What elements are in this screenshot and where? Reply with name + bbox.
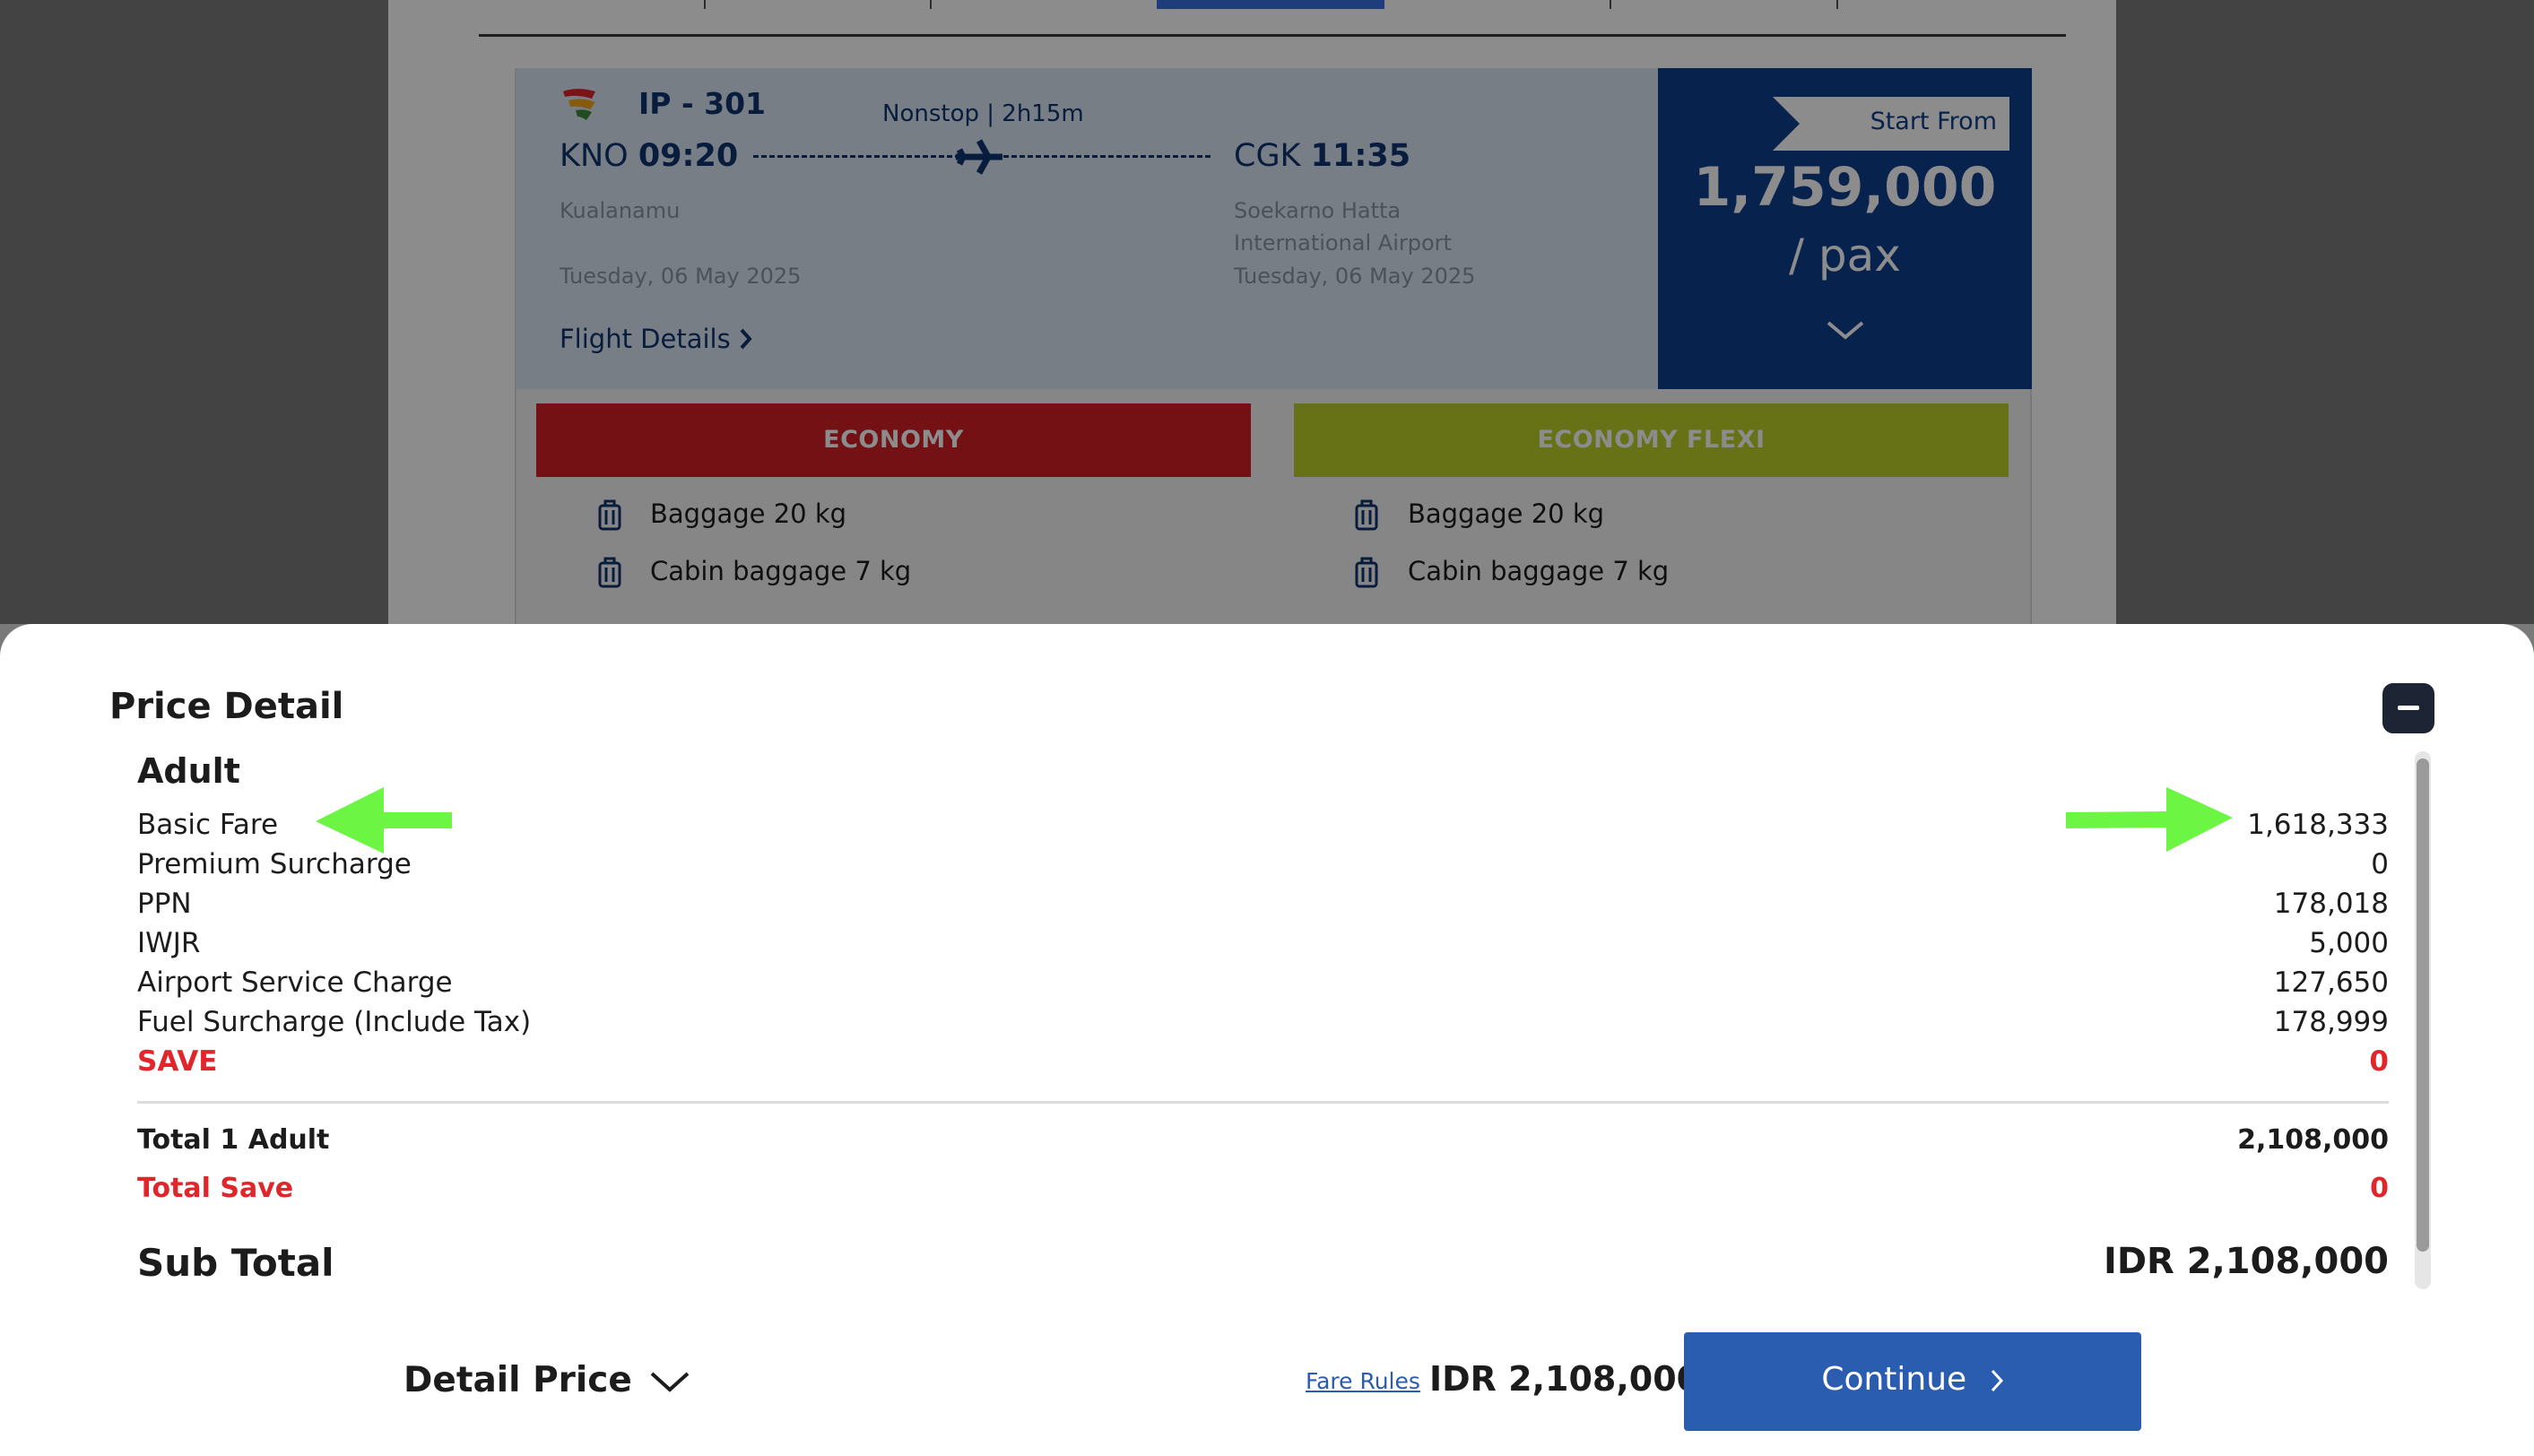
fare-row-label: PPN <box>137 888 192 920</box>
save-label: SAVE <box>137 1045 218 1078</box>
arrow-right-icon <box>2066 787 2233 852</box>
fare-row-value: 0 <box>2371 848 2389 880</box>
detail-price-toggle[interactable]: Detail Price <box>404 1360 690 1400</box>
subtotal-label: Sub Total <box>137 1241 334 1285</box>
fare-row-label: Fuel Surcharge (Include Tax) <box>137 1006 532 1038</box>
fare-row-value: 127,650 <box>2273 966 2389 999</box>
chevron-down-icon <box>651 1372 690 1392</box>
fare-row-value: 178,018 <box>2273 888 2389 920</box>
modal-backdrop[interactable] <box>0 0 2534 624</box>
fare-rules-link[interactable]: Fare Rules <box>1306 1368 1420 1394</box>
fare-row-value: 1,618,333 <box>2247 809 2389 841</box>
scrollbar-thumb[interactable] <box>2417 758 2429 1252</box>
subtotal-value: IDR 2,108,000 <box>2103 1241 2389 1282</box>
fare-row-value: 178,999 <box>2273 1006 2389 1038</box>
footer-total: IDR 2,108,000 <box>1429 1359 1701 1399</box>
minus-icon <box>2398 706 2419 710</box>
divider <box>137 1101 2389 1104</box>
price-detail-sheet <box>0 624 2534 1456</box>
collapse-button[interactable] <box>2382 683 2434 733</box>
continue-label: Continue <box>1821 1361 1967 1398</box>
fare-row-label: IWJR <box>137 927 201 959</box>
total-adult-label: Total 1 Adult <box>137 1124 330 1156</box>
fare-row-value: 5,000 <box>2309 927 2389 959</box>
total-adult-value: 2,108,000 <box>2237 1124 2389 1156</box>
continue-button[interactable]: Continue <box>1684 1332 2141 1431</box>
fare-row-label: Airport Service Charge <box>137 966 453 999</box>
total-save-label: Total Save <box>137 1173 294 1204</box>
fare-row-label: Basic Fare <box>137 809 279 841</box>
save-value: 0 <box>2369 1045 2389 1078</box>
arrow-left-icon <box>316 787 452 854</box>
detail-price-label: Detail Price <box>404 1360 632 1400</box>
total-save-value: 0 <box>2370 1173 2389 1204</box>
passenger-type: Adult <box>137 751 240 791</box>
chevron-right-icon <box>1991 1369 2003 1392</box>
price-detail-title: Price Detail <box>109 686 344 727</box>
